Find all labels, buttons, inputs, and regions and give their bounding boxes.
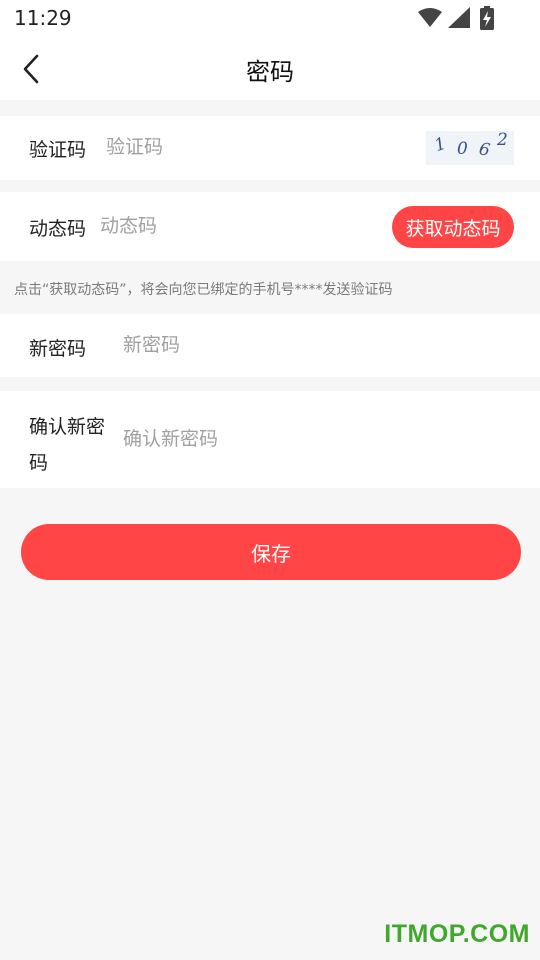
confirm-password-label-line: 确认新密 [29,416,106,438]
confirm-password-label: 确认新密 码 [29,409,105,481]
page-title: 密码 [246,58,294,86]
watermark-logo: ITMOP.COM [384,920,530,948]
captcha-char: 1 [432,133,449,157]
captcha-input[interactable] [106,134,406,160]
battery-charging-icon [480,6,494,30]
new-password-label: 新密码 [29,338,87,360]
nav-bar: 密码 [0,38,540,100]
new-password-input[interactable] [123,332,503,358]
captcha-char: 6 [477,139,492,161]
dynamic-code-hint: 点击“获取动态码”，将会向您已绑定的手机号****发送验证码 [14,282,393,298]
captcha-char: 0 [457,139,468,159]
wifi-icon [418,7,442,29]
dynamic-code-label: 动态码 [29,218,87,240]
dynamic-code-input[interactable] [100,213,370,239]
status-time: 11:29 [14,6,72,30]
captcha-char: 2 [497,130,508,150]
new-password-row: 新密码 [0,314,540,377]
confirm-password-label-line: 码 [29,452,49,474]
get-dynamic-code-button[interactable]: 获取动态码 [392,206,514,248]
status-bar: 11:29 [0,0,540,38]
confirm-password-input[interactable] [123,426,503,452]
signal-icon [448,7,470,29]
confirm-password-row: 确认新密 码 [0,391,540,488]
captcha-label: 验证码 [29,139,87,161]
status-icons [418,6,500,30]
dynamic-code-row: 动态码 获取动态码 [0,192,540,261]
captcha-image[interactable]: 1 0 6 2 [426,130,514,165]
captcha-row: 验证码 1 0 6 2 [0,116,540,180]
save-button[interactable]: 保存 [21,524,521,580]
